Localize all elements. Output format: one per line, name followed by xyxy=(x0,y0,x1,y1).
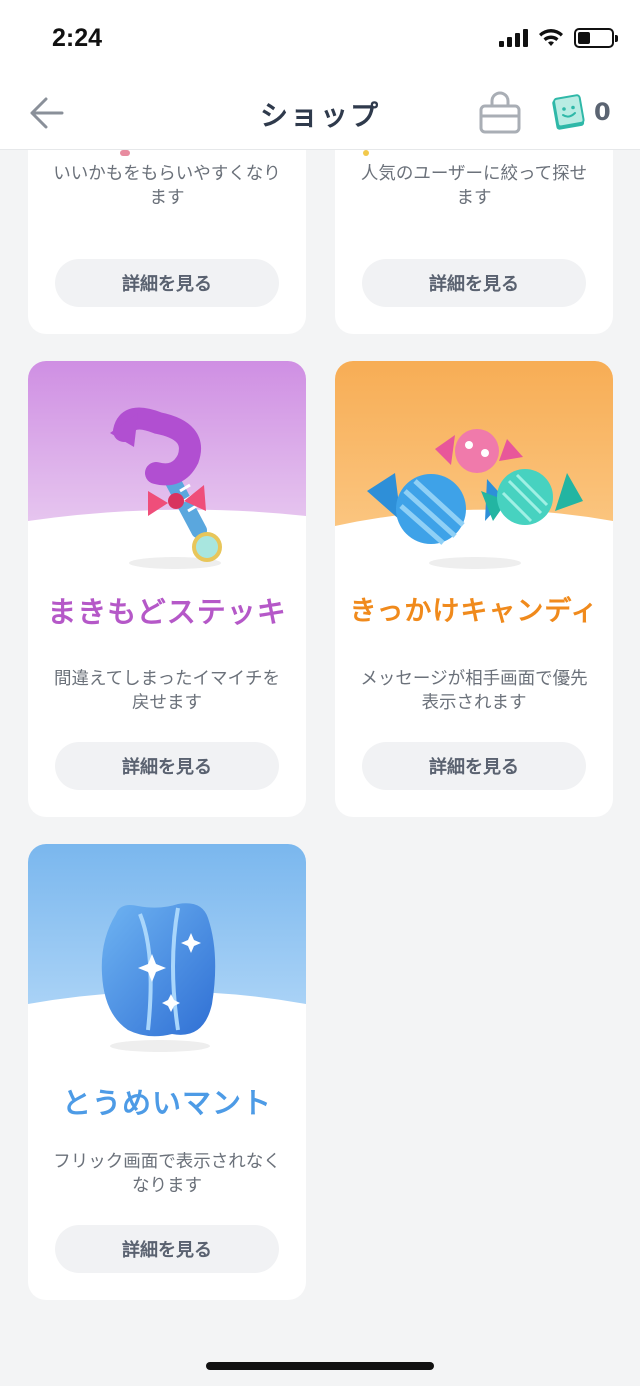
item-logo: とうめいマント xyxy=(61,1086,272,1120)
item-description: フリック画面で表示されなくなります xyxy=(53,1152,281,1196)
item-description: メッセージが相手画面で優先表示されます xyxy=(360,669,588,713)
item-description: 間違えてしまったイマイチを戻せます xyxy=(54,669,280,713)
item-description: 人気のユーザーに絞って探せます xyxy=(360,164,588,208)
shopping-bag-icon[interactable] xyxy=(476,90,524,136)
shop-item-card[interactable]: いいかもをもらいやすくなります 詳細を見る xyxy=(28,150,306,334)
status-time: 2:24 xyxy=(52,24,103,52)
magic-stick-illustration xyxy=(28,361,306,569)
cellular-signal-icon xyxy=(499,29,528,47)
ticket-face-icon[interactable] xyxy=(548,92,588,132)
home-indicator[interactable] xyxy=(206,1362,434,1370)
item-image-fragment xyxy=(363,150,369,156)
cloak-illustration xyxy=(28,844,306,1052)
shop-item-card[interactable]: きっかけキャンディ メッセージが相手画面で優先表示されます 詳細を見る xyxy=(335,361,613,817)
shop-item-card[interactable]: まきもどステッキ 間違えてしまったイマイチを戻せます 詳細を見る xyxy=(28,361,306,817)
status-icons xyxy=(499,28,618,48)
details-button[interactable]: 詳細を見る xyxy=(362,742,586,790)
nav-bar: ショップ 0 xyxy=(0,78,640,150)
page-title: ショップ xyxy=(259,99,380,132)
item-logo: まきもどステッキ xyxy=(47,595,287,629)
ticket-count: 0 xyxy=(594,98,611,126)
shop-item-card[interactable]: とうめいマント フリック画面で表示されなくなります 詳細を見る xyxy=(28,844,306,1300)
details-button[interactable]: 詳細を見る xyxy=(55,259,279,307)
shop-item-grid[interactable]: いいかもをもらいやすくなります 詳細を見る 人気のユーザーに絞って探せます 詳細… xyxy=(0,150,640,1386)
status-bar: 2:24 xyxy=(0,0,640,78)
candy-illustration xyxy=(335,361,613,569)
item-description: いいかもをもらいやすくなります xyxy=(53,164,281,208)
battery-icon xyxy=(574,28,618,48)
details-button[interactable]: 詳細を見る xyxy=(55,1225,279,1273)
details-button[interactable]: 詳細を見る xyxy=(55,742,279,790)
item-logo: きっかけキャンディ xyxy=(349,596,599,627)
wifi-icon xyxy=(539,29,563,46)
shop-item-card[interactable]: 人気のユーザーに絞って探せます 詳細を見る xyxy=(335,150,613,334)
item-image-fragment xyxy=(120,150,130,156)
details-button[interactable]: 詳細を見る xyxy=(362,259,586,307)
